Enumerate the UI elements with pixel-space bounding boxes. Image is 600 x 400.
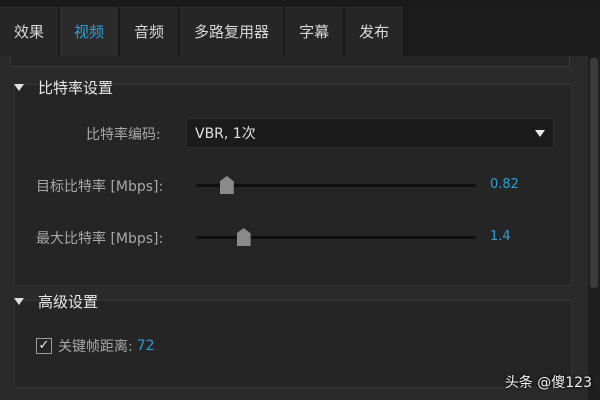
advanced-settings-header[interactable]: 高级设置 [14,286,98,316]
panel-scrollbar[interactable] [588,56,600,400]
keyframe-distance-row: ✓ 关键帧距离: 72 [36,336,155,356]
previous-section-edge [10,56,570,67]
max-bitrate-slider[interactable] [196,228,476,246]
max-bitrate-label: 最大比特率 [Mbps]: [36,231,164,247]
tab-effects[interactable]: 效果 [0,7,59,56]
tab-bar: 效果 视频 音频 多路复用器 字幕 发布 [0,0,600,56]
tab-publish[interactable]: 发布 [345,7,404,56]
checkmark-icon: ✓ [38,338,50,353]
tab-bar-spacer [405,8,600,56]
target-bitrate-thumb[interactable] [219,176,234,194]
bitrate-settings-title: 比特率设置 [38,78,114,97]
tab-audio[interactable]: 音频 [120,7,179,56]
collapse-triangle-icon [14,297,24,305]
dropdown-caret-icon [535,130,545,137]
max-bitrate-thumb[interactable] [236,228,251,246]
tab-captions[interactable]: 字幕 [285,7,344,56]
target-bitrate-label: 目标比特率 [Mbps]: [36,179,164,195]
target-bitrate-slider[interactable] [196,176,476,194]
target-bitrate-value: 0.82 [490,177,519,192]
bitrate-encoding-row: 比特率编码: [86,124,161,144]
collapse-triangle-icon [14,83,24,91]
bitrate-encoding-label: 比特率编码: [86,127,161,143]
target-bitrate-row: 目标比特率 [Mbps]: [36,176,163,196]
watermark-text: 头条 @傻123 [504,375,592,391]
scrollbar-thumb[interactable] [590,58,598,288]
bitrate-settings-header[interactable]: 比特率设置 [14,72,113,102]
target-bitrate-track [196,184,476,187]
tab-multiplexer[interactable]: 多路复用器 [180,7,284,56]
bitrate-encoding-value: VBR, 1次 [195,126,256,142]
max-bitrate-value: 1.4 [490,229,511,244]
bitrate-encoding-select[interactable]: VBR, 1次 [186,118,554,148]
keyframe-distance-checkbox[interactable]: ✓ [36,338,52,354]
keyframe-distance-label: 关键帧距离: [58,339,133,355]
max-bitrate-row: 最大比特率 [Mbps]: [36,228,163,248]
tab-video[interactable]: 视频 [60,7,119,56]
advanced-settings-title: 高级设置 [38,292,99,311]
keyframe-distance-value[interactable]: 72 [137,338,155,354]
